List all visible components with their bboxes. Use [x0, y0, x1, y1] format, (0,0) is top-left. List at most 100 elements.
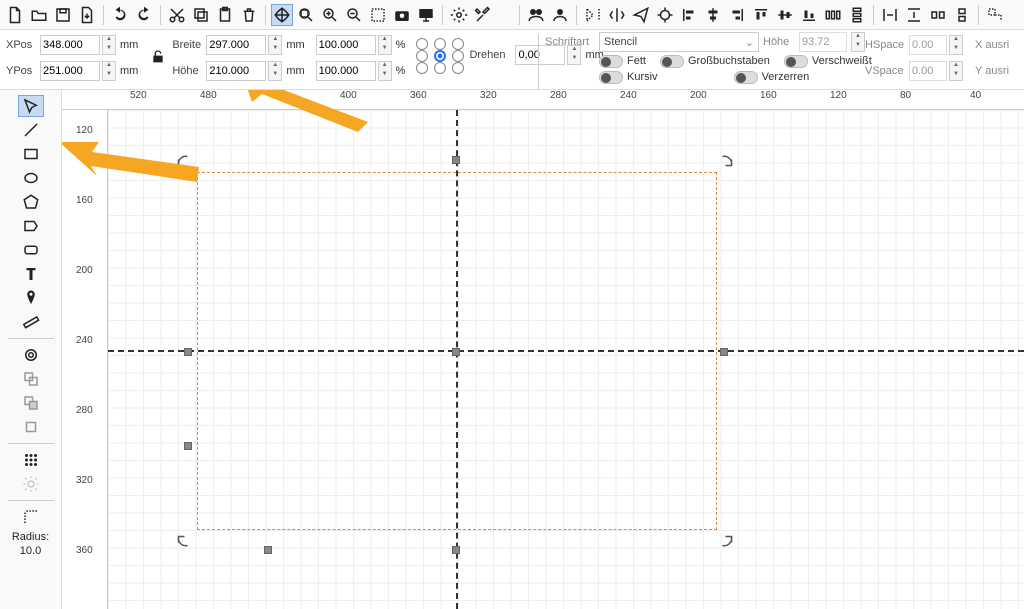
undo-icon[interactable] — [109, 4, 131, 26]
ypos-input[interactable] — [40, 61, 100, 81]
font-select[interactable]: Stencil ⌄ — [599, 32, 759, 52]
tools-icon[interactable] — [472, 4, 494, 26]
copy-icon[interactable] — [190, 4, 212, 26]
settings-icon[interactable] — [448, 4, 470, 26]
zoom-out-icon[interactable] — [343, 4, 365, 26]
grid-tool[interactable] — [18, 449, 44, 471]
xpos-spinner[interactable]: ▲▼ — [102, 35, 116, 55]
align-right-icon[interactable] — [726, 4, 748, 26]
width-input[interactable] — [206, 35, 266, 55]
polygon-tool[interactable] — [18, 191, 44, 213]
hspace-input[interactable] — [909, 35, 947, 55]
height-input[interactable] — [206, 61, 266, 81]
ring-tool[interactable] — [18, 344, 44, 366]
width-unit: mm — [286, 39, 304, 51]
italic-switch[interactable]: Kursiv — [599, 71, 658, 84]
ypos-unit: mm — [120, 65, 138, 77]
canvas[interactable]: 5204804404003603202802402001601208040 12… — [62, 90, 1024, 609]
select-area-icon[interactable] — [367, 4, 389, 26]
path-tool[interactable] — [18, 215, 44, 237]
vspace-input[interactable] — [909, 61, 947, 81]
new-file-icon[interactable] — [4, 4, 26, 26]
handle-ext-bl[interactable] — [264, 546, 272, 554]
font-height-spinner[interactable]: ▲▼ — [851, 32, 865, 52]
handle-mid-bottom[interactable] — [452, 546, 460, 554]
ruler-tick-x: 40 — [962, 90, 981, 110]
align-left-icon[interactable] — [678, 4, 700, 26]
select-tool[interactable] — [18, 95, 44, 117]
radius-value: 10.0 — [20, 545, 41, 557]
user-icon[interactable] — [549, 4, 571, 26]
paste-icon[interactable] — [214, 4, 236, 26]
height-label: Höhe — [172, 65, 204, 77]
target-icon[interactable] — [654, 4, 676, 26]
height-spinner[interactable]: ▲▼ — [268, 61, 282, 81]
corner-icon[interactable] — [984, 4, 1006, 26]
distribute-h-icon[interactable] — [822, 4, 844, 26]
flip-h-icon[interactable] — [582, 4, 604, 26]
ellipse-tool[interactable] — [18, 167, 44, 189]
rotate-handle-tr[interactable] — [718, 152, 736, 170]
text-tool[interactable] — [18, 263, 44, 285]
width-pct-spinner[interactable]: ▲▼ — [378, 35, 392, 55]
monitor-icon[interactable] — [415, 4, 437, 26]
zoom-fit-icon[interactable] — [295, 4, 317, 26]
dist2-icon[interactable] — [903, 4, 925, 26]
export-icon[interactable] — [76, 4, 98, 26]
cut-icon[interactable] — [166, 4, 188, 26]
anchor-selector[interactable] — [416, 38, 464, 74]
handle-ext-tl[interactable] — [184, 442, 192, 450]
pan-icon[interactable] — [271, 4, 293, 26]
save-icon[interactable] — [52, 4, 74, 26]
group-icon[interactable] — [525, 4, 547, 26]
ypos-spinner[interactable]: ▲▼ — [102, 61, 116, 81]
handle-mid-top[interactable] — [452, 156, 460, 164]
align-vcenter-icon[interactable] — [774, 4, 796, 26]
marker-tool[interactable] — [18, 287, 44, 309]
font-height-input[interactable] — [799, 32, 847, 52]
dist3-icon[interactable] — [927, 4, 949, 26]
height-pct-spinner[interactable]: ▲▼ — [378, 61, 392, 81]
align-hcenter-icon[interactable] — [702, 4, 724, 26]
group1-icon[interactable] — [18, 368, 44, 390]
send-icon[interactable] — [630, 4, 652, 26]
delete-icon[interactable] — [238, 4, 260, 26]
rotate-handle-bl[interactable] — [174, 532, 192, 550]
width-spinner[interactable]: ▲▼ — [268, 35, 282, 55]
align-top-icon[interactable] — [750, 4, 772, 26]
yalign-label: Y ausri — [975, 65, 1009, 77]
properties-bar: XPos ▲▼ mm YPos ▲▼ mm Breite ▲▼ mm Höhe … — [0, 30, 1024, 90]
dist4-icon[interactable] — [951, 4, 973, 26]
open-folder-icon[interactable] — [28, 4, 50, 26]
dist1-icon[interactable] — [879, 4, 901, 26]
uppercase-switch[interactable]: Großbuchstaben — [660, 55, 770, 68]
welded-switch[interactable]: Verschweißt — [784, 55, 872, 68]
mirror-icon[interactable] — [606, 4, 628, 26]
rotate-handle-br[interactable] — [718, 532, 736, 550]
handle-mid-right[interactable] — [720, 348, 728, 356]
bold-switch[interactable]: Fett — [599, 55, 646, 68]
handle-mid-left[interactable] — [184, 348, 192, 356]
xpos-input[interactable] — [40, 35, 100, 55]
align-bottom-icon[interactable] — [798, 4, 820, 26]
handle-center[interactable] — [452, 348, 460, 356]
hspace-spinner[interactable]: ▲▼ — [949, 35, 963, 55]
screenshot-icon[interactable] — [391, 4, 413, 26]
rounded-rect-tool[interactable] — [18, 239, 44, 261]
vspace-spinner[interactable]: ▲▼ — [949, 61, 963, 81]
zoom-in-icon[interactable] — [319, 4, 341, 26]
measure-tool[interactable] — [18, 311, 44, 333]
distort-switch[interactable]: Verzerren — [734, 71, 810, 84]
distribute-v-icon[interactable] — [846, 4, 868, 26]
corner-radius-tool[interactable] — [18, 506, 44, 528]
line-tool[interactable] — [18, 119, 44, 141]
gear-small-icon[interactable] — [18, 473, 44, 495]
xpos-label: XPos — [6, 39, 38, 51]
rectangle-tool[interactable] — [18, 143, 44, 165]
lock-aspect-icon[interactable] — [149, 38, 167, 76]
group3-icon[interactable] — [18, 416, 44, 438]
height-pct-input[interactable] — [316, 61, 376, 81]
width-pct-input[interactable] — [316, 35, 376, 55]
redo-icon[interactable] — [133, 4, 155, 26]
group2-icon[interactable] — [18, 392, 44, 414]
